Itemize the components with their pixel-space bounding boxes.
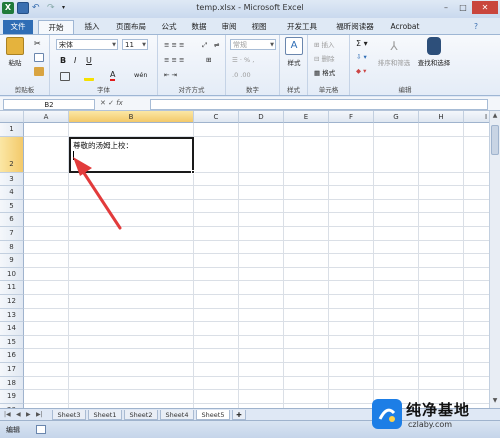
sheet-tab-sheet5[interactable]: Sheet5 <box>196 410 230 420</box>
watermark-brand: 纯净基地 <box>406 401 471 419</box>
sheet-tab-sheet2[interactable]: Sheet2 <box>124 410 158 420</box>
macro-record-icon[interactable] <box>36 425 46 434</box>
watermark-logo-mark <box>378 408 396 422</box>
sheet-tab-sheet3[interactable]: Sheet3 <box>52 410 86 420</box>
last-sheet-icon[interactable]: ▶| <box>36 411 43 418</box>
next-sheet-icon[interactable]: ▶ <box>26 411 31 418</box>
insert-sheet-icon[interactable]: ✚ <box>232 410 246 420</box>
sheet-tab-sheet1[interactable]: Sheet1 <box>88 410 122 420</box>
sheet-tab-sheet4[interactable]: Sheet4 <box>160 410 194 420</box>
watermark-site: czlaby.com <box>408 420 453 429</box>
status-mode: 编辑 <box>6 426 20 434</box>
watermark: 纯净基地 czlaby.com <box>372 397 498 435</box>
prev-sheet-icon[interactable]: ◀ <box>16 411 21 418</box>
first-sheet-icon[interactable]: |◀ <box>4 411 11 418</box>
watermark-logo <box>372 399 402 429</box>
red-arrow-annotation <box>73 157 122 230</box>
